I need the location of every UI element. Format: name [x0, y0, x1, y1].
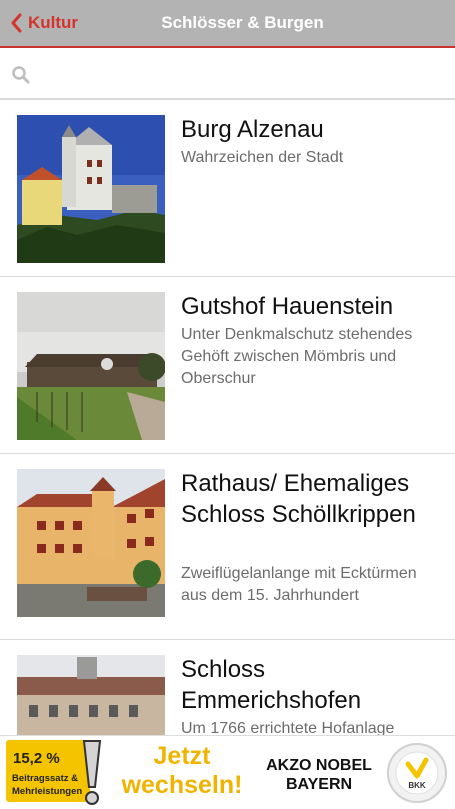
- ad-rate-caption-line: Mehrleistungen: [12, 786, 83, 797]
- list-item[interactable]: Rathaus/ Ehemaliges Schloss Schöllkrippe…: [0, 454, 455, 640]
- page-title: Schlösser & Burgen: [161, 13, 324, 32]
- ad-banner[interactable]: 15,2 % Beitragssatz & Mehrleistungen Jet…: [0, 735, 455, 809]
- item-thumbnail: [17, 115, 165, 263]
- item-subtitle: Wahrzeichen der Stadt: [181, 149, 344, 166]
- item-title: Schloss Emmerichshofen: [181, 656, 362, 714]
- navigation-bar: Kultur Schlösser & Burgen: [0, 0, 455, 48]
- ad-rate-caption-line: Beitragssatz &: [12, 773, 78, 784]
- item-thumbnail: [17, 655, 165, 735]
- item-thumbnail: [17, 469, 165, 617]
- ad-rate: 15,2 %: [13, 750, 60, 767]
- ad-brand-line: AKZO NOBEL: [266, 757, 372, 774]
- ad-brand-line: BAYERN: [285, 776, 353, 793]
- bkk-logo-icon: BKK: [387, 743, 447, 803]
- item-title: Rathaus/ Ehemaliges Schloss Schöllkrippe…: [181, 470, 416, 528]
- search-bar: [0, 48, 455, 100]
- ad-rate-caption: Beitragssatz & Mehrleistungen: [12, 772, 82, 798]
- item-subtitle: Um 1766 errichtete Hofanlage: [181, 720, 395, 735]
- item-title: Burg Alzenau: [181, 116, 324, 143]
- ad-cta-line: wechseln!: [121, 771, 243, 799]
- list-item[interactable]: Gutshof Hauenstein Unter Denkmalschutz s…: [0, 277, 455, 454]
- list-item[interactable]: Burg Alzenau Wahrzeichen der Stadt: [0, 100, 455, 277]
- search-input[interactable]: [36, 60, 440, 90]
- ad-cta-line: Jetzt: [153, 742, 211, 770]
- list-item[interactable]: Schloss Emmerichshofen Um 1766 errichtet…: [0, 640, 455, 735]
- ad-cta: Jetzt wechseln!: [112, 742, 252, 800]
- castle-list: Burg Alzenau Wahrzeichen der Stadt Gutsh…: [0, 100, 455, 735]
- ad-brand: AKZO NOBEL BAYERN: [260, 756, 378, 794]
- ad-rate-badge: 15,2 % Beitragssatz & Mehrleistungen: [6, 740, 90, 802]
- svg-text:BKK: BKK: [408, 781, 426, 790]
- search-icon: [12, 66, 30, 84]
- item-title: Gutshof Hauenstein: [181, 293, 394, 320]
- item-subtitle: Zweiflügelanlange mit Ecktürmen aus dem …: [181, 565, 417, 604]
- item-subtitle: Unter Denkmalschutz stehendes Gehöft zwi…: [181, 326, 413, 387]
- exclamation-icon: [82, 740, 102, 805]
- item-thumbnail: [17, 292, 165, 440]
